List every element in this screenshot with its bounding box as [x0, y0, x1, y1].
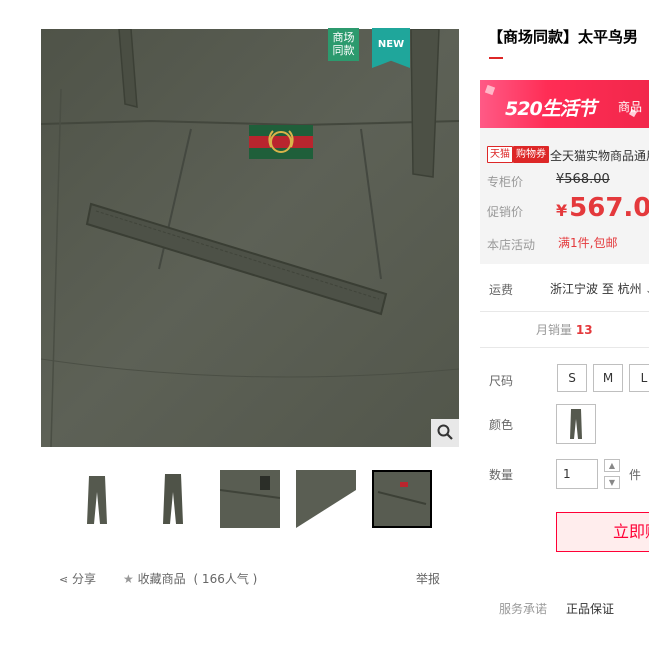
monthly-sales-label: 月销量: [536, 323, 573, 337]
title-underline: [489, 57, 503, 59]
service-guarantee[interactable]: 正品保证: [566, 600, 614, 617]
promo-price: ¥567.00: [556, 193, 649, 223]
buy-now-button[interactable]: 立即购买: [556, 512, 649, 552]
zoom-button[interactable]: [431, 419, 459, 447]
color-option-swatch[interactable]: [556, 404, 596, 444]
share-link[interactable]: ⋖ 分享: [59, 570, 96, 587]
currency-symbol: ¥: [556, 201, 568, 220]
size-option-s[interactable]: S: [557, 364, 587, 392]
back-pocket-thumbnail: [374, 472, 430, 526]
mall-same-badge: 商场同款: [328, 28, 359, 61]
thumbnail-3[interactable]: [220, 470, 280, 528]
fabric-closeup-thumbnail: [296, 470, 356, 528]
thumbnail-5-selected[interactable]: [372, 470, 432, 528]
quantity-increase-button[interactable]: ▲: [604, 459, 620, 472]
divider: [480, 347, 649, 348]
quantity-decrease-button[interactable]: ▼: [604, 476, 620, 489]
size-label: 尺码: [489, 374, 514, 388]
promo-banner-subtitle: 商品: [618, 100, 643, 114]
favorite-label: 收藏商品: [137, 572, 186, 586]
main-product-image[interactable]: [41, 29, 459, 447]
thumbnail-1[interactable]: [67, 470, 127, 528]
thumbnail-2[interactable]: [143, 470, 203, 528]
monthly-sales-count: 13: [575, 323, 593, 337]
quantity-label: 数量: [489, 468, 514, 482]
coupon-description[interactable]: 全天猫实物商品通用: [550, 147, 649, 164]
popularity-count: ( 166人气 ): [193, 572, 258, 586]
store-promo-value: 满1件,包邮: [558, 236, 618, 250]
pants-back-thumbnail: [163, 474, 183, 524]
favorite-link[interactable]: ★ 收藏商品 ( 166人气 ): [123, 570, 257, 587]
quantity-unit: 件: [629, 468, 642, 482]
store-promo-label: 本店活动: [487, 238, 536, 252]
share-label: 分享: [72, 572, 97, 586]
quantity-input[interactable]: [556, 459, 598, 489]
service-label: 服务承诺: [499, 602, 548, 616]
color-label: 颜色: [489, 418, 514, 432]
pants-front-thumbnail: [87, 476, 107, 524]
size-option-m[interactable]: M: [593, 364, 623, 392]
shipping-route: 浙江宁波 至 杭州: [550, 282, 642, 296]
thumbnail-4[interactable]: [296, 470, 356, 528]
counter-price-value: ¥568.00: [556, 172, 610, 187]
chevron-down-icon: ⌄: [645, 286, 649, 296]
pants-thumbnail-icon: [570, 409, 582, 439]
promo-price-value: 567.00: [569, 193, 649, 223]
monthly-sales: 月销量 13: [536, 321, 593, 338]
shipping-destination[interactable]: 浙江宁波 至 杭州 ⌄: [550, 280, 649, 297]
promo-price-label: 促销价: [487, 205, 524, 219]
tmall-badge: 天猫: [487, 146, 513, 163]
star-icon: ★: [123, 572, 134, 586]
waistband-closeup-thumbnail: [220, 470, 280, 528]
promo-logo: 520生活节: [505, 98, 597, 120]
counter-price-label: 专柜价: [487, 175, 524, 189]
report-link[interactable]: 举报: [416, 570, 440, 587]
coupon-badge: 购物券: [513, 146, 549, 163]
shipping-label: 运费: [489, 283, 514, 297]
divider: [480, 311, 649, 312]
magnifier-icon: [437, 424, 453, 443]
size-option-l[interactable]: L: [629, 364, 649, 392]
share-icon: ⋖: [59, 573, 69, 586]
product-title: 【商场同款】太平鸟男: [488, 28, 639, 46]
pants-back-pocket-photo: [41, 29, 459, 447]
